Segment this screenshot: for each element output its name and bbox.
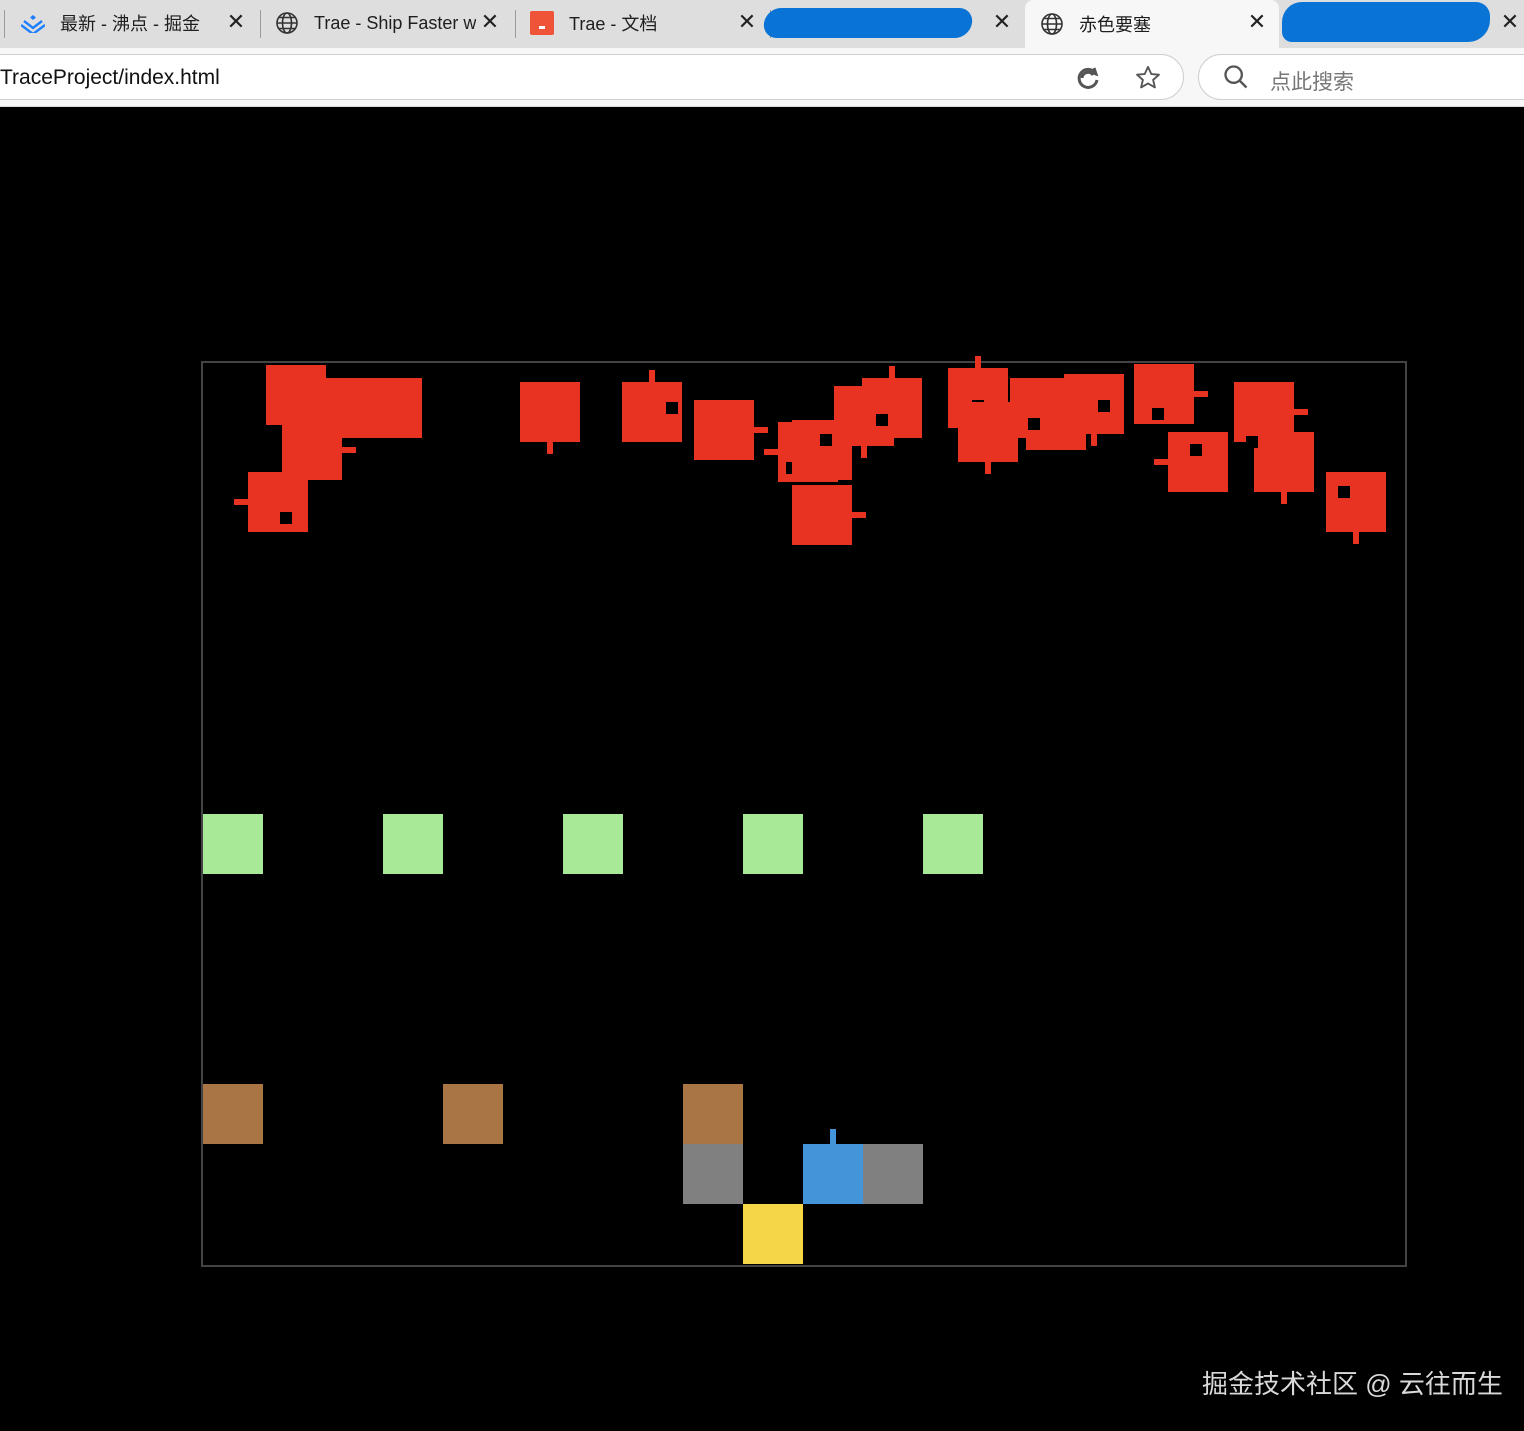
enemy-tank [1064, 374, 1124, 434]
juejin-logo-icon [20, 10, 46, 36]
redaction-scribble [761, 8, 975, 38]
tab-title: 赤色要塞 [1079, 15, 1151, 35]
refresh-icon[interactable] [1073, 63, 1103, 93]
tab-title: Trae - 文档 [569, 14, 658, 34]
bunker-block [743, 814, 803, 874]
enemy-tank [282, 420, 342, 480]
enemy-tank-barrel [234, 499, 250, 505]
steel-block [863, 1144, 923, 1204]
redaction-scribble [1282, 2, 1490, 42]
enemy-tank [520, 382, 580, 442]
enemy-tank-barrel [985, 460, 991, 474]
globe-icon [1039, 11, 1065, 37]
enemy-tank-hatch [1028, 418, 1040, 430]
enemy-tank-barrel [1091, 432, 1097, 446]
enemy-tank-barrel [547, 440, 553, 454]
tab-red-fortress[interactable]: 赤色要塞 ✕ [1025, 0, 1279, 48]
player-tank [803, 1144, 863, 1204]
url-text[interactable]: TraceProject/index.html [0, 66, 220, 90]
brick-block [443, 1084, 503, 1144]
brick-block [683, 1084, 743, 1144]
enemy-tank-barrel [340, 447, 356, 453]
close-icon[interactable]: ✕ [990, 10, 1014, 34]
enemy-tank-hatch [820, 434, 832, 446]
enemy-tank [1326, 472, 1386, 532]
browser-tab-bar: 最新 - 沸点 - 掘金 ✕ Trae - Ship Faster wit ✕ … [0, 0, 1524, 48]
enemy-tank-barrel [1353, 530, 1359, 544]
enemy-tank [792, 485, 852, 545]
enemy-tank [266, 365, 326, 425]
steel-block [683, 1144, 743, 1204]
search-icon [1222, 63, 1250, 91]
enemy-tank-hatch [1338, 486, 1350, 498]
enemy-tank [694, 400, 754, 460]
tab-juejin[interactable]: 最新 - 沸点 - 掘金 ✕ [6, 0, 258, 46]
bunker-block [563, 814, 623, 874]
enemy-tank-barrel [975, 356, 981, 370]
trae-logo-icon [529, 10, 555, 36]
enemy-tank-barrel [1281, 490, 1287, 504]
enemy-tank-barrel [1154, 459, 1170, 465]
globe-icon [274, 10, 300, 36]
close-icon[interactable]: ✕ [1245, 10, 1269, 34]
tab-title: Trae - Ship Faster wit [314, 12, 476, 33]
enemy-tank-barrel [889, 366, 895, 380]
enemy-tank-hatch [1098, 400, 1110, 412]
game-canvas[interactable] [201, 356, 1407, 1267]
close-icon[interactable]: ✕ [478, 10, 502, 34]
enemy-tank-barrel [649, 370, 655, 384]
tab-separator [4, 10, 5, 38]
enemy-tank-hatch [666, 402, 678, 414]
enemy-tank-barrel [850, 512, 866, 518]
tab-title: 最新 - 沸点 - 掘金 [60, 14, 200, 34]
tab-trae-docs[interactable]: Trae - 文档 ✕ [515, 0, 769, 46]
brick-block [203, 1084, 263, 1144]
enemy-tank-hatch [1190, 444, 1202, 456]
enemy-tank [1134, 364, 1194, 424]
enemy-tank-hatch [280, 512, 292, 524]
player-tank-barrel [830, 1129, 836, 1145]
enemy-tank [1168, 432, 1228, 492]
enemy-tank [362, 378, 422, 438]
bunker-block [923, 814, 983, 874]
enemy-tank-barrel [764, 449, 780, 455]
enemy-tank-barrel [1192, 391, 1208, 397]
enemy-tank-barrel [1292, 409, 1308, 415]
enemy-tank-hatch [1246, 436, 1258, 448]
close-icon[interactable]: ✕ [1498, 10, 1522, 34]
enemy-tank [862, 378, 922, 438]
enemy-tank-hatch [876, 414, 888, 426]
tab-trae-site[interactable]: Trae - Ship Faster wit ✕ [260, 0, 512, 46]
bunker-block [383, 814, 443, 874]
enemy-tank-hatch [1152, 408, 1164, 420]
enemy-tank-barrel [752, 427, 768, 433]
close-icon[interactable]: ✕ [735, 10, 759, 34]
watermark: 掘金技术社区 @ 云往而生 [1202, 1369, 1503, 1399]
enemy-tank [1254, 432, 1314, 492]
enemy-tank [248, 472, 308, 532]
search-placeholder: 点此搜索 [1270, 71, 1354, 94]
enemy-tank-barrel [861, 444, 867, 458]
enemy-tank [958, 402, 1018, 462]
bunker-block [203, 814, 263, 874]
favorite-star-icon[interactable] [1133, 63, 1163, 93]
close-icon[interactable]: ✕ [224, 10, 248, 34]
base-block [743, 1204, 803, 1264]
